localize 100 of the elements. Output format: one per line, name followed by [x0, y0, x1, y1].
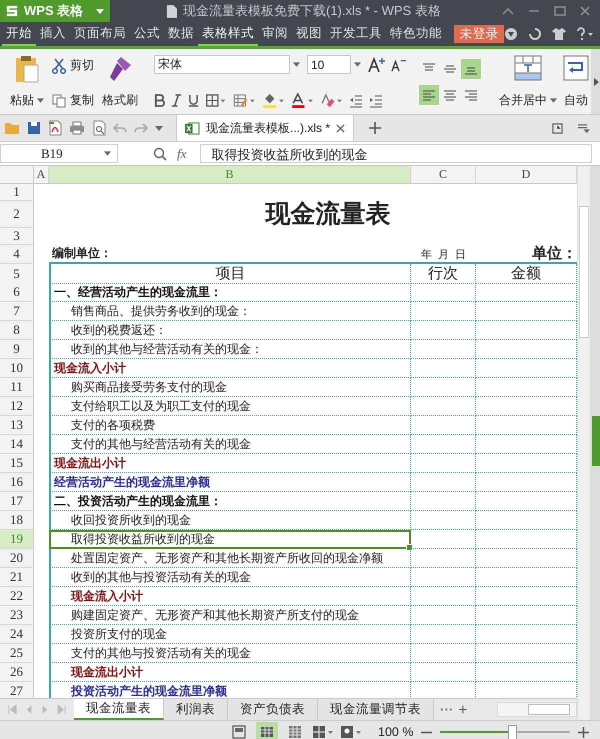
row-header[interactable]: 24 — [0, 625, 34, 644]
bold-icon[interactable] — [154, 94, 165, 107]
table-cell[interactable] — [411, 283, 476, 302]
row-header[interactable]: 1 — [0, 184, 34, 201]
table-cell[interactable] — [411, 454, 476, 473]
name-box[interactable]: B19 — [0, 144, 118, 163]
list-dropdown-icon[interactable] — [577, 122, 590, 134]
row-header[interactable]: 9 — [0, 340, 34, 359]
table-cell[interactable] — [411, 492, 476, 511]
grow-font-icon[interactable] — [368, 56, 386, 72]
zoom-in-icon[interactable] — [153, 146, 167, 160]
menu-tab[interactable]: 公式 — [130, 22, 164, 46]
table-cell[interactable] — [411, 435, 476, 454]
table-cell[interactable] — [411, 644, 476, 663]
table-cell[interactable] — [411, 549, 476, 568]
menu-tab[interactable]: 数据 — [164, 22, 198, 46]
sheet-tab[interactable]: 现金流量调节表 — [318, 699, 434, 720]
vertical-scrollbar[interactable] — [577, 166, 590, 720]
caret-icon[interactable] — [354, 62, 361, 67]
decrease-indent-icon[interactable] — [349, 94, 363, 108]
row-header[interactable]: 20 — [0, 549, 34, 568]
menu-tab[interactable]: 页面布局 — [70, 22, 130, 46]
menu-tab[interactable]: 开始 — [2, 22, 36, 46]
table-cell[interactable] — [411, 340, 476, 359]
formula-field[interactable]: 取得投资收益所收到的现金 — [200, 144, 592, 163]
folder-icon[interactable] — [4, 121, 20, 135]
row-header[interactable]: 12 — [0, 397, 34, 416]
app-menu-button[interactable]: WPS 表格 — [0, 0, 110, 22]
side-panel-handle[interactable] — [592, 416, 600, 466]
italic-icon[interactable] — [171, 94, 182, 107]
split-view-icon[interactable] — [312, 725, 334, 739]
new-tab-icon[interactable] — [369, 122, 382, 134]
row-header[interactable]: 6 — [0, 283, 34, 302]
row-header[interactable]: 26 — [0, 663, 34, 682]
menu-tab[interactable]: 特色功能 — [386, 22, 446, 46]
font-size-dropdown[interactable]: 10 — [307, 55, 351, 74]
clear-format-icon[interactable] — [320, 93, 343, 108]
left-align-button[interactable] — [419, 84, 439, 104]
zoom-in-icon[interactable] — [578, 726, 590, 738]
row-header[interactable]: 11 — [0, 378, 34, 397]
table-cell[interactable] — [411, 530, 476, 549]
zoom-slider[interactable] — [440, 724, 570, 739]
horizontal-scrollbar[interactable] — [497, 702, 577, 717]
sheet-tab[interactable]: 资产负债表 — [228, 699, 318, 720]
last-sheet-icon[interactable] — [57, 705, 66, 714]
table-cell[interactable]: 现金流出小计 — [49, 663, 411, 682]
table-cell[interactable]: 支付的各项税费 — [49, 416, 411, 435]
increase-indent-icon[interactable] — [369, 94, 383, 108]
function-button[interactable]: fx — [177, 146, 186, 162]
column-header[interactable]: C — [411, 166, 476, 183]
table-cell[interactable] — [411, 359, 476, 378]
table-cell[interactable]: 二、投资活动产生的现金流里： — [49, 492, 411, 511]
row-header[interactable]: 22 — [0, 587, 34, 606]
table-cell[interactable] — [411, 511, 476, 530]
table-cell[interactable] — [411, 321, 476, 340]
shirt-icon[interactable] — [552, 27, 566, 41]
row-header[interactable]: 23 — [0, 606, 34, 625]
maximize-icon[interactable] — [554, 6, 566, 16]
table-cell[interactable]: 处置固定资产、无形资产和其他长期资产所收回的现金净额 — [49, 549, 411, 568]
row-header[interactable]: 25 — [0, 644, 34, 663]
table-cell[interactable] — [411, 302, 476, 321]
copy-button[interactable]: 复制 — [52, 92, 94, 109]
sheet-tab[interactable]: 现金流量表 — [74, 699, 164, 720]
row-header[interactable]: 17 — [0, 492, 34, 511]
undo-icon[interactable] — [113, 122, 127, 134]
font-name-dropdown[interactable]: 宋体 — [154, 55, 290, 74]
font-color-icon[interactable] — [291, 93, 314, 108]
table-cell[interactable]: 取得投资收益所收到的现金 — [49, 530, 411, 549]
row-header[interactable]: 8 — [0, 321, 34, 340]
table-style-icon[interactable] — [233, 94, 256, 107]
borders-icon[interactable] — [205, 94, 227, 107]
wrap-text-button[interactable]: 自动 — [561, 49, 591, 114]
row-header[interactable]: 27 — [0, 682, 34, 698]
table-cell[interactable]: 支付给职工以及为职工支付的现金 — [49, 397, 411, 416]
redo-icon[interactable] — [134, 122, 148, 134]
table-cell[interactable] — [411, 625, 476, 644]
menu-tab[interactable]: 视图 — [292, 22, 326, 46]
bottom-align-button[interactable] — [461, 58, 481, 78]
table-cell[interactable]: 购买商品接受劳务支付的现金 — [49, 378, 411, 397]
table-cell[interactable]: 购建固定资产、无形资产和其他长期资产所支付的现金 — [49, 606, 411, 625]
row-header[interactable]: 7 — [0, 302, 34, 321]
table-cell[interactable]: 经营活动产生的现金流里净额 — [49, 473, 411, 492]
collapse-icon[interactable] — [502, 7, 514, 15]
caret-icon[interactable] — [104, 151, 111, 156]
table-cell[interactable]: 销售商品、提供劳务收到的现金： — [49, 302, 411, 321]
minimize-icon[interactable] — [528, 7, 540, 15]
menu-tab[interactable]: 插入 — [36, 22, 70, 46]
next-sheet-icon[interactable] — [41, 705, 49, 714]
close-icon[interactable] — [336, 124, 346, 132]
table-cell[interactable] — [411, 606, 476, 625]
save-icon[interactable] — [27, 121, 41, 135]
table-cell[interactable]: 现金流入小计 — [49, 359, 411, 378]
row-header[interactable]: 14 — [0, 435, 34, 454]
row-header[interactable]: 15 — [0, 454, 34, 473]
sheet-tab[interactable]: 利润表 — [164, 699, 228, 720]
table-cell[interactable] — [411, 397, 476, 416]
merge-center-button[interactable]: 合并居中 — [495, 49, 561, 114]
table-cell[interactable]: 收回投资所收到的现金 — [49, 511, 411, 530]
caret-icon[interactable] — [293, 62, 300, 67]
refresh-icon[interactable] — [528, 27, 542, 41]
